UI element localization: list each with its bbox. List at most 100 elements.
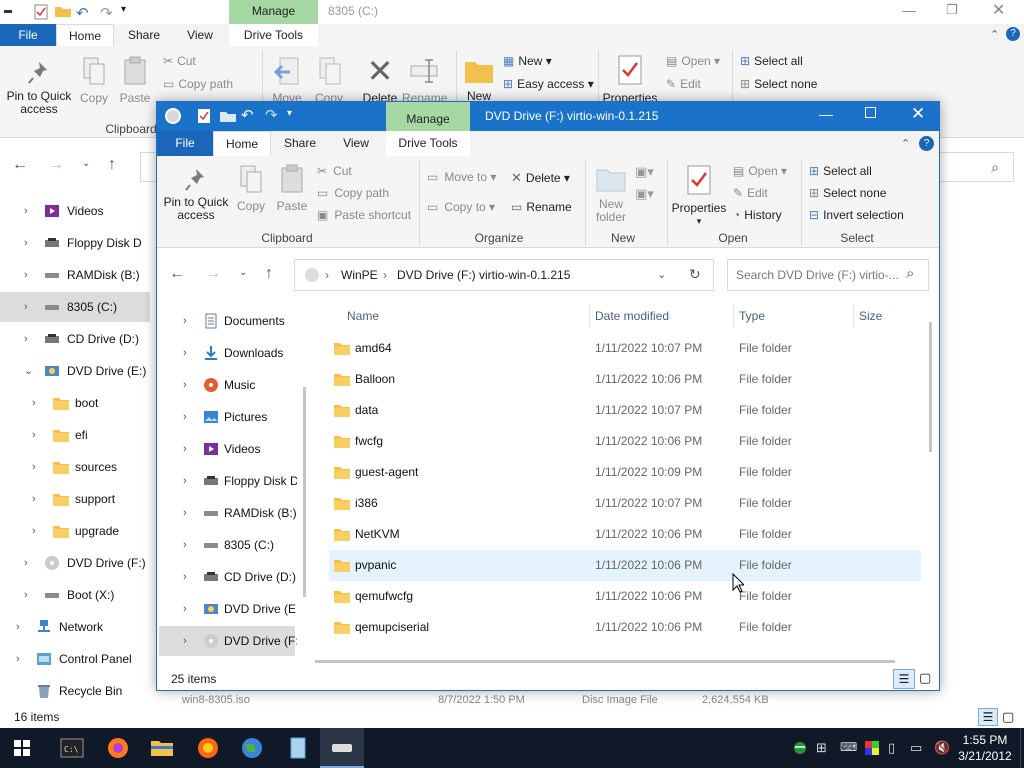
- tab-drive-tools[interactable]: Drive Tools: [386, 131, 470, 156]
- chevron-right-icon[interactable]: ›: [183, 306, 187, 336]
- column-type[interactable]: Type: [739, 302, 765, 330]
- properties-qat-icon[interactable]: [197, 108, 211, 124]
- bg-tree-item-cd-drive-d[interactable]: › CD Drive (D:): [0, 324, 150, 354]
- redo-icon[interactable]: ↷: [100, 4, 113, 22]
- details-view-icon[interactable]: ☰: [893, 669, 915, 689]
- bg-tab-file[interactable]: File: [0, 24, 56, 46]
- delete-button[interactable]: ✕ Delete ▾: [511, 170, 570, 186]
- paste-button[interactable]: Paste: [274, 164, 310, 213]
- chevron-right-icon[interactable]: ›: [24, 260, 28, 290]
- bg-copy-button[interactable]: Copy: [76, 56, 112, 105]
- file-row[interactable]: qemufwcfg 1/11/2022 10:06 PM File folder: [329, 581, 921, 612]
- bg-edit-button[interactable]: ✎ Edit: [666, 77, 701, 91]
- help-icon[interactable]: ?: [919, 136, 934, 151]
- nav-pane-scrollbar[interactable]: [303, 387, 306, 597]
- select-none-button[interactable]: ⊞ Select none: [809, 186, 886, 200]
- tab-file[interactable]: File: [157, 131, 213, 156]
- bg-tree-item-boot-x[interactable]: › Boot (X:): [0, 580, 150, 610]
- chevron-right-icon[interactable]: ›: [24, 548, 28, 578]
- chevron-right-icon[interactable]: ›: [183, 466, 187, 496]
- bg-tree-item-ramdisk-b[interactable]: › RAMDisk (B:): [0, 260, 150, 290]
- copy-button[interactable]: Copy: [233, 164, 269, 213]
- chevron-right-icon[interactable]: ›: [183, 626, 187, 656]
- usb-tray-icon[interactable]: ▯: [888, 740, 904, 756]
- chevron-right-icon[interactable]: ›: [24, 196, 28, 226]
- firefox-second-icon[interactable]: [186, 728, 230, 768]
- show-desktop-button[interactable]: [1020, 728, 1024, 768]
- color-app-tray-icon[interactable]: [864, 740, 880, 756]
- chevron-right-icon[interactable]: ›: [24, 292, 28, 322]
- tab-view[interactable]: View: [329, 131, 383, 156]
- tree-item-pictures[interactable]: › Pictures: [159, 402, 295, 432]
- chevron-right-icon[interactable]: ›: [24, 580, 28, 610]
- chevron-right-icon[interactable]: ›: [32, 420, 36, 450]
- file-row[interactable]: guest-agent 1/11/2022 10:09 PM File folder: [329, 457, 921, 488]
- qat-dropdown-icon[interactable]: ▾: [287, 108, 292, 119]
- chevron-right-icon[interactable]: ›: [32, 484, 36, 514]
- chevron-right-icon[interactable]: ›: [183, 338, 187, 368]
- drive-taskbar-icon[interactable]: [320, 728, 364, 768]
- volume-muted-icon[interactable]: 🔇: [934, 740, 950, 756]
- network-globe-tray-icon[interactable]: [792, 740, 808, 756]
- forward-icon[interactable]: →: [205, 265, 221, 283]
- network-tray-icon[interactable]: ⊞: [816, 740, 832, 756]
- start-button[interactable]: [0, 728, 44, 768]
- window-menu-icon[interactable]: [4, 10, 12, 13]
- properties-qat-icon[interactable]: [34, 4, 48, 20]
- select-all-button[interactable]: ⊞ Select all: [809, 164, 872, 178]
- file-row[interactable]: data 1/11/2022 10:07 PM File folder: [329, 395, 921, 426]
- tree-item-boot-x[interactable]: › Boot (X:): [159, 658, 295, 668]
- bg-properties-button[interactable]: Properties: [602, 54, 658, 105]
- globe-app-icon[interactable]: [230, 728, 274, 768]
- paste-shortcut-button[interactable]: ▣ Paste shortcut: [317, 208, 411, 222]
- bg-select-none-button[interactable]: ⊞ Select none: [740, 77, 817, 91]
- bg-tree-item-boot[interactable]: › boot: [0, 388, 150, 418]
- notepad-icon[interactable]: [276, 728, 320, 768]
- address-dropdown-icon[interactable]: ⌄: [657, 268, 666, 281]
- bg-search-box[interactable]: ⌕: [940, 152, 1014, 182]
- tree-item-cd-drive-d[interactable]: › CD Drive (D:): [159, 562, 296, 592]
- manage-tab[interactable]: Manage: [386, 102, 470, 133]
- bg-tree-item-control-panel[interactable]: › Control Panel: [0, 644, 150, 674]
- tree-item-ramdisk-b[interactable]: › RAMDisk (B:): [159, 498, 297, 528]
- new-folder-button[interactable]: New folder: [591, 164, 631, 224]
- tab-home[interactable]: Home: [213, 131, 271, 156]
- tree-item-music[interactable]: › Music: [159, 370, 295, 400]
- undo-icon[interactable]: ↶: [76, 4, 89, 22]
- firefox-icon[interactable]: [96, 728, 140, 768]
- bg-help-icon[interactable]: ?: [1006, 27, 1020, 41]
- bg-tree-item-efi[interactable]: › efi: [0, 420, 150, 450]
- bg-close-icon[interactable]: ✕: [992, 0, 1005, 20]
- chevron-right-icon[interactable]: ›: [16, 644, 20, 674]
- up-icon[interactable]: ↑: [265, 265, 273, 283]
- clock[interactable]: 1:55 PM 3/21/2012: [952, 732, 1018, 764]
- recent-locations-icon[interactable]: ⌄: [239, 267, 247, 278]
- bg-easy-access-button[interactable]: ⊞ Easy access ▾: [503, 77, 594, 91]
- file-row[interactable]: Balloon 1/11/2022 10:06 PM File folder: [329, 364, 921, 395]
- bg-recent-icon[interactable]: ⌄: [82, 158, 90, 169]
- bg-move-button[interactable]: Move: [268, 56, 306, 105]
- open-button[interactable]: ▤ Open ▾: [733, 164, 787, 178]
- history-button[interactable]: ◔ History: [733, 208, 782, 222]
- keyboard-tray-icon[interactable]: ⌨: [840, 740, 857, 756]
- cut-button[interactable]: ✂ Cut: [317, 164, 352, 178]
- bg-copy-path-button[interactable]: ▭ Copy path: [163, 77, 233, 91]
- file-explorer-taskbar-icon[interactable]: [140, 728, 184, 768]
- breadcrumb-root[interactable]: WinPE: [341, 268, 378, 282]
- file-row[interactable]: fwcfg 1/11/2022 10:06 PM File folder: [329, 426, 921, 457]
- refresh-icon[interactable]: ↻: [689, 266, 701, 283]
- new-folder-qat-icon[interactable]: [54, 4, 72, 18]
- chevron-right-icon[interactable]: ›: [183, 562, 187, 592]
- file-row[interactable]: NetKVM 1/11/2022 10:06 PM File folder: [329, 519, 921, 550]
- bg-tab-home[interactable]: Home: [56, 24, 114, 46]
- vertical-scrollbar-thumb[interactable]: [929, 322, 932, 452]
- bg-tree-item-support[interactable]: › support: [0, 484, 150, 514]
- bg-tab-share[interactable]: Share: [116, 24, 172, 46]
- bg-new-item-button[interactable]: ▦ New ▾: [503, 54, 552, 68]
- close-icon[interactable]: ✕: [911, 104, 925, 124]
- chevron-right-icon[interactable]: ›: [32, 388, 36, 418]
- bg-restore-icon[interactable]: ❐: [946, 2, 958, 18]
- bg-open-button[interactable]: ▤ Open ▾: [666, 54, 720, 68]
- bg-tree-item-floppy-disk-d[interactable]: › Floppy Disk D: [0, 228, 150, 258]
- bg-tree-item-network[interactable]: › Network: [0, 612, 150, 642]
